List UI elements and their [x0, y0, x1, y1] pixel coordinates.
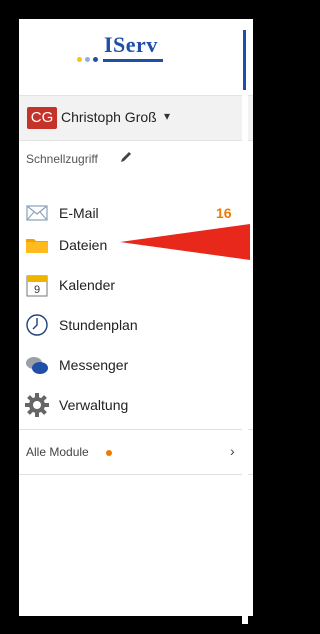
sidebar-panel: IServ CG Christoph Groß ▾ Schnellzugriff…	[19, 19, 253, 616]
calendar-day-text: 9	[34, 284, 40, 296]
nav-item-calendar[interactable]: 9 Kalender	[19, 269, 253, 301]
nav-item-label: Messenger	[59, 357, 129, 373]
logo-area[interactable]: IServ	[19, 19, 253, 95]
divider	[19, 429, 253, 430]
unread-count-badge: 16	[216, 205, 232, 221]
logo-underline	[103, 59, 163, 62]
chevron-right-icon[interactable]: ›	[230, 443, 235, 459]
quick-access-label: Schnellzugriff	[26, 152, 98, 166]
nav-item-label: Stundenplan	[59, 317, 138, 333]
nav-item-label: Verwaltung	[59, 397, 129, 413]
logo-dot-blue	[93, 57, 98, 62]
user-menu[interactable]: CG Christoph Groß ▾	[19, 95, 253, 141]
logo-text: IServ	[104, 32, 158, 57]
avatar: CG	[27, 107, 57, 129]
calendar-icon: 9	[26, 275, 48, 297]
all-modules-link[interactable]: Alle Module	[26, 445, 89, 459]
clock-icon	[26, 314, 48, 336]
folder-icon	[26, 239, 48, 253]
nav-item-messenger[interactable]: Messenger	[19, 349, 253, 381]
nav-item-timetable[interactable]: Stundenplan	[19, 309, 253, 341]
red-arrow-pointer	[120, 224, 250, 260]
gear-icon	[25, 393, 49, 417]
nav-item-label: E-Mail	[59, 205, 99, 221]
content-edge	[242, 24, 248, 624]
logo-dot-lightblue	[85, 57, 90, 62]
nav-item-administration[interactable]: Verwaltung	[19, 389, 253, 421]
notification-dot	[106, 450, 112, 456]
logo-dot-yellow	[77, 57, 82, 62]
envelope-icon	[26, 205, 48, 221]
nav-item-label: Dateien	[59, 237, 108, 253]
nav-item-label: Kalender	[59, 277, 116, 293]
chat-icon	[26, 357, 48, 374]
user-name: Christoph Groß	[61, 109, 157, 125]
content-edge-accent	[243, 30, 246, 90]
divider	[19, 474, 253, 475]
caret-down-icon: ▾	[164, 109, 171, 123]
pencil-icon[interactable]	[119, 150, 133, 164]
